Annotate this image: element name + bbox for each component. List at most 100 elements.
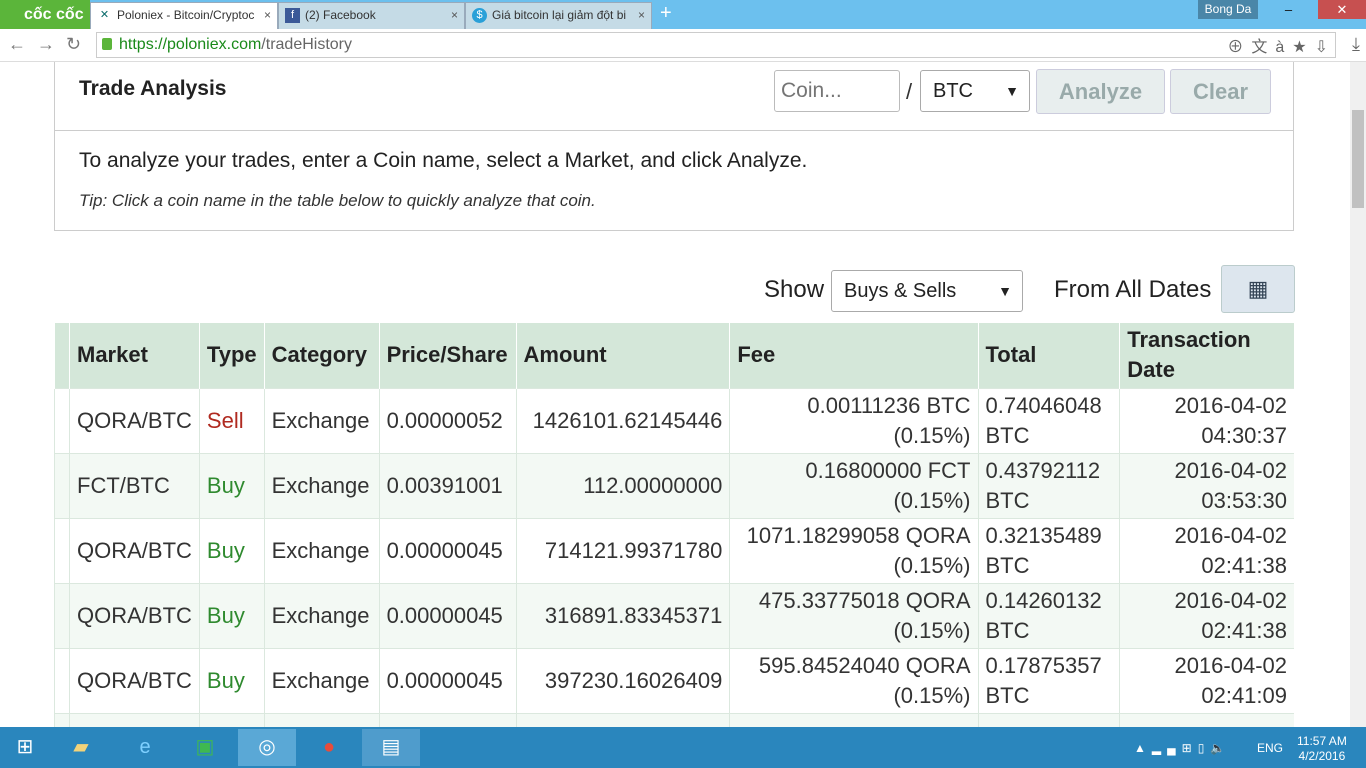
tab-poloniex[interactable]: ✕ Poloniex - Bitcoin/Cryptoc × (90, 2, 278, 29)
total-unit: BTC (985, 682, 1030, 708)
amount-cell: 1426101.62145446 (515, 387, 730, 453)
file-explorer-icon[interactable]: ▰ (58, 729, 104, 766)
url-host: https://poloniex.com (119, 36, 262, 53)
market-cell[interactable]: FCT/BTC (69, 452, 200, 518)
zoom-icon[interactable]: ⊕ (1227, 39, 1251, 56)
close-tab-icon[interactable]: × (451, 3, 458, 28)
header-date[interactable]: Transaction Date (1119, 323, 1294, 388)
user-profile[interactable]: Bong Da (1198, 0, 1258, 19)
dropdown-arrow-icon: ▼ (998, 283, 1012, 299)
tab-news[interactable]: $ Giá bitcoin lại giảm đột bi × (465, 2, 652, 29)
calendar-button[interactable]: ▦ (1221, 265, 1295, 313)
tab-title: Giá bitcoin lại giảm đột bi (492, 8, 627, 22)
time-value: 03:53:30 (1201, 487, 1287, 513)
table-row: FCT/BTC Buy Exchange 0.00391001 112.00000000… (54, 452, 1294, 518)
market-cell[interactable]: QORA/BTC (69, 582, 200, 648)
chrome-icon[interactable]: ● (306, 729, 352, 766)
back-icon[interactable]: ← (8, 34, 26, 55)
market-cell[interactable]: QORA/BTC (69, 647, 200, 713)
header-amount[interactable]: Amount (515, 323, 730, 388)
date-cell: 2016-04-02 (1119, 712, 1294, 727)
scrollbar[interactable] (1350, 62, 1366, 727)
forward-icon[interactable]: → (37, 34, 55, 55)
total-unit: BTC (985, 617, 1030, 643)
type-cell: Buy (198, 647, 265, 713)
browser-logo[interactable]: cốc cốc (0, 0, 90, 29)
close-tab-icon[interactable]: × (638, 3, 645, 28)
header-total[interactable]: Total (977, 323, 1120, 388)
tab-facebook[interactable]: f (2) Facebook × (278, 2, 465, 29)
translate-icon[interactable]: 文 (1251, 39, 1275, 56)
download-icon[interactable]: ⤓ (1352, 34, 1360, 55)
volume-icon[interactable]: 🔈 (1210, 741, 1231, 755)
total-cell: 0.14475664 (977, 712, 1120, 727)
tip-text: Tip: Click a coin name in the table belo… (79, 191, 596, 210)
amount-cell: 316891.83345371 (515, 582, 730, 648)
battery-icon[interactable]: ▯ (1198, 741, 1211, 755)
app-window-icon[interactable]: ▤ (362, 729, 420, 766)
start-icon[interactable]: ⊞ (2, 729, 48, 766)
close-window-icon[interactable]: ✕ (1318, 0, 1366, 19)
poloniex-icon: ✕ (99, 9, 110, 21)
clock-time: 11:57 AM (1297, 734, 1347, 748)
table-header: Market Type Category Price/Share Amount … (54, 323, 1294, 388)
market-cell[interactable] (69, 712, 200, 727)
clear-button[interactable]: Clear (1170, 69, 1271, 114)
show-hidden-icon[interactable]: ▲ (1134, 741, 1152, 755)
market-cell[interactable]: QORA/BTC (69, 387, 200, 453)
header-type[interactable]: Type (198, 323, 265, 388)
download-arrow-icon[interactable]: ⇩ (1315, 39, 1336, 56)
time-value: 02:41:09 (1201, 682, 1287, 708)
header-category[interactable]: Category (263, 323, 380, 388)
clock-date: 4/2/2016 (1298, 749, 1346, 763)
header-market[interactable]: Market (69, 323, 200, 388)
type-cell: Buy (198, 582, 265, 648)
fee-value: 1071.18299058 QORA (746, 522, 971, 548)
category-cell: Exchange (263, 452, 380, 518)
time-value: 02:41:38 (1201, 617, 1287, 643)
price-cell: 0.00000045 (378, 517, 517, 583)
price-cell: 0.00391001 (378, 452, 517, 518)
market-value: BTC (933, 80, 973, 102)
close-tab-icon[interactable]: × (264, 3, 271, 28)
reload-icon[interactable]: ↻ (66, 34, 81, 55)
header-price[interactable]: Price/Share (378, 323, 517, 388)
url-input[interactable]: https://poloniex.com/tradeHistory (96, 32, 1336, 58)
signal-icon[interactable]: ▂▄ (1152, 741, 1182, 755)
scrollbar-thumb[interactable] (1352, 110, 1364, 208)
new-tab-icon[interactable]: + (660, 2, 672, 25)
market-cell[interactable]: QORA/BTC (69, 517, 200, 583)
row-spacer (54, 452, 70, 518)
row-spacer (54, 712, 70, 727)
type-cell: Buy (198, 452, 265, 518)
header-fee[interactable]: Fee (729, 323, 978, 388)
coccoc-taskbar-icon[interactable]: ◎ (238, 729, 296, 766)
market-select[interactable]: BTC ▼ (920, 70, 1030, 112)
table-row: 0.00021746 BTC0.144756642016-04-02 (54, 712, 1294, 727)
fee-cell: 0.16800000 FCT (0.15%) (729, 452, 978, 518)
fee-cell: 0.00021746 BTC (729, 712, 978, 727)
clock[interactable]: 11:57 AM 4/2/2016 (1297, 734, 1347, 764)
type-cell (198, 712, 265, 727)
calendar-icon: ▦ (1247, 276, 1269, 301)
tab-title: (2) Facebook (305, 8, 376, 22)
analyze-button[interactable]: Analyze (1036, 69, 1165, 114)
date-value: 2016-04-02 (1174, 392, 1287, 418)
windows-icon[interactable]: ⊞ (1182, 741, 1198, 755)
dropdown-arrow-icon: ▼ (1005, 83, 1019, 99)
vietnamese-input-icon[interactable]: à (1275, 39, 1292, 56)
category-cell: Exchange (263, 517, 380, 583)
table-row: QORA/BTC Buy Exchange 0.00000045 397230.1602… (54, 647, 1294, 713)
fee-cell: 475.33775018 QORA (0.15%) (729, 582, 978, 648)
time-value: 04:30:37 (1201, 422, 1287, 448)
internet-explorer-icon[interactable]: e (122, 729, 168, 766)
date-cell: 2016-04-02 02:41:38 (1119, 582, 1294, 648)
lock-icon (102, 38, 112, 50)
tab-bar: cốc cốc ✕ Poloniex - Bitcoin/Cryptoc × f (2… (0, 0, 1366, 29)
show-select[interactable]: Buys & Sells ▼ (831, 270, 1023, 312)
coin-input[interactable] (774, 70, 900, 112)
star-icon[interactable]: ★ (1292, 39, 1314, 56)
store-icon[interactable]: ▣ (182, 729, 228, 766)
language-indicator[interactable]: ENG (1257, 741, 1283, 755)
date-value: 2016-04-02 (1174, 457, 1287, 483)
